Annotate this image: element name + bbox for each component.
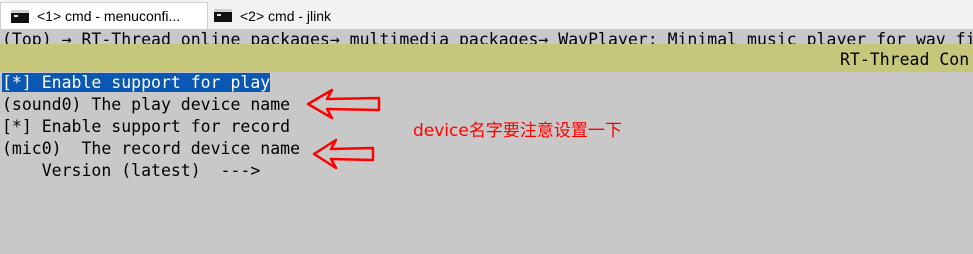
menu-item-enable-play[interactable]: [*] Enable support for play [2, 72, 271, 94]
terminal-window[interactable]: (Top) → RT-Thread online packages→ multi… [0, 29, 973, 254]
menu-item-record-device-name[interactable]: (mic0) The record device name [2, 138, 300, 160]
arrow-icon [312, 138, 375, 170]
tab-jlink[interactable]: <2> cmd - jlink [208, 2, 353, 29]
menu-item-version[interactable]: Version (latest) ---> [2, 160, 261, 182]
tab-menuconfig[interactable]: <1> cmd - menuconfi... [0, 2, 208, 29]
title-band [0, 44, 973, 72]
menu-item-label: [*] Enable support for play [2, 73, 271, 92]
annotation-note: device名字要注意设置一下 [413, 121, 622, 141]
arrow-icon [306, 88, 381, 120]
menu-item-enable-record[interactable]: [*] Enable support for record [2, 116, 290, 138]
tab-label: <2> cmd - jlink [240, 7, 332, 24]
cmd-icon [214, 9, 232, 22]
tab-label: <1> cmd - menuconfi... [37, 8, 181, 24]
tab-bar: <1> cmd - menuconfi... <2> cmd - jlink [0, 0, 973, 29]
cmd-icon [11, 9, 29, 23]
menu-item-play-device-name[interactable]: (sound0) The play device name [2, 94, 290, 116]
title-bar-text: RT-Thread Con [840, 50, 970, 69]
